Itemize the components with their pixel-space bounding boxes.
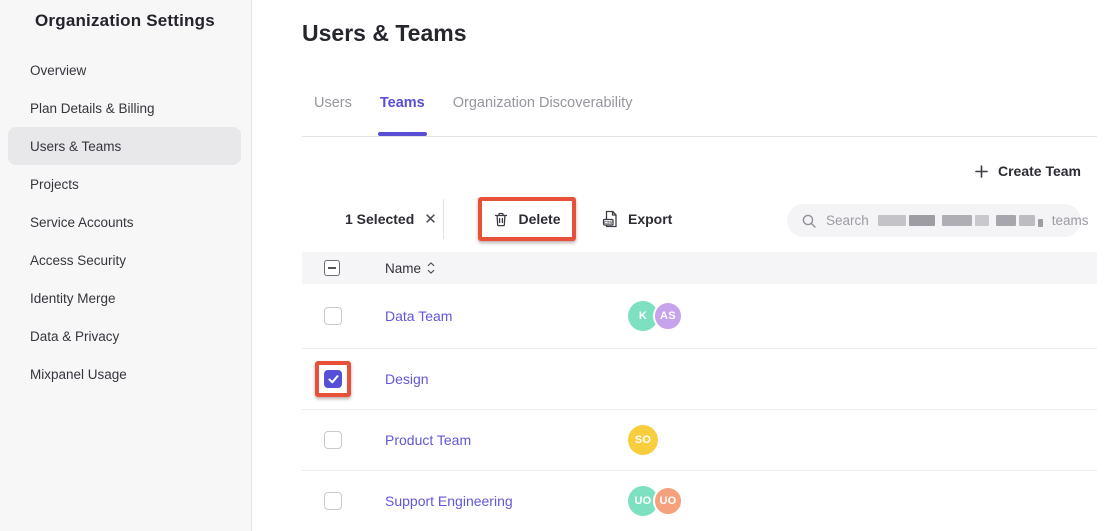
table-row-support-engineering: Support Engineering UO UO <box>302 471 1097 531</box>
sidebar-nav: Overview Plan Details & Billing Users & … <box>8 51 241 393</box>
sidebar-item-access-security[interactable]: Access Security <box>8 241 241 279</box>
export-button[interactable]: CSV Export <box>602 197 672 241</box>
search-placeholder-prefix: Search <box>826 213 869 228</box>
toolbar-divider <box>443 199 444 239</box>
sidebar-title: Organization Settings <box>35 11 215 31</box>
avatar-group: UO UO <box>628 486 683 516</box>
avatar-group: SO <box>628 425 658 455</box>
export-label: Export <box>628 211 672 227</box>
table-row-design: Design <box>302 349 1097 410</box>
csv-export-icon: CSV <box>602 210 619 228</box>
teams-table: Name Data Team K AS <box>302 252 1097 531</box>
trash-icon <box>493 211 509 228</box>
clear-selection-icon[interactable]: ✕ <box>424 210 437 228</box>
table-header: Name <box>302 252 1097 284</box>
team-name-link-product-team[interactable]: Product Team <box>385 432 471 448</box>
plus-icon <box>975 165 988 178</box>
row-checkbox-support-engineering[interactable] <box>324 492 342 510</box>
tab-users[interactable]: Users <box>314 95 352 136</box>
column-header-name-label: Name <box>385 261 421 276</box>
delete-button[interactable]: Delete <box>493 211 560 228</box>
select-all-checkbox[interactable] <box>324 260 340 276</box>
selected-count: 1 Selected <box>345 211 414 227</box>
delete-label: Delete <box>518 211 560 227</box>
table-row-data-team: Data Team K AS <box>302 284 1097 349</box>
row-checkbox-data-team[interactable] <box>324 307 342 325</box>
sidebar-item-mixpanel-usage[interactable]: Mixpanel Usage <box>8 355 241 393</box>
row-checkbox-product-team[interactable] <box>324 431 342 449</box>
sort-icon <box>427 262 435 274</box>
sidebar: Organization Settings Overview Plan Deta… <box>0 0 252 531</box>
sidebar-item-service-accounts[interactable]: Service Accounts <box>8 203 241 241</box>
create-team-label: Create Team <box>998 163 1081 179</box>
delete-annotation-box: Delete <box>478 197 576 241</box>
tab-bar: Users Teams Organization Discoverability <box>314 95 632 136</box>
search-icon <box>801 213 817 229</box>
page-title: Users & Teams <box>302 20 467 47</box>
tab-organization-discoverability[interactable]: Organization Discoverability <box>453 95 633 136</box>
redacted-org-name <box>878 215 1043 227</box>
team-name-link-data-team[interactable]: Data Team <box>385 308 452 324</box>
avatar: AS <box>653 301 683 331</box>
svg-text:CSV: CSV <box>604 220 613 225</box>
team-name-link-design[interactable]: Design <box>385 371 429 387</box>
checkbox-annotation-box <box>315 361 351 397</box>
avatar: SO <box>628 425 658 455</box>
sidebar-item-identity-merge[interactable]: Identity Merge <box>8 279 241 317</box>
avatar: UO <box>653 486 683 516</box>
table-row-product-team: Product Team SO <box>302 410 1097 471</box>
main-content: Users & Teams Users Teams Organization D… <box>252 0 1108 531</box>
org-settings-page: Organization Settings Overview Plan Deta… <box>0 0 1108 531</box>
avatar-group: K AS <box>628 301 683 331</box>
selection-summary: 1 Selected ✕ <box>345 197 437 241</box>
tab-divider <box>302 136 1097 137</box>
sidebar-item-users-teams[interactable]: Users & Teams <box>8 127 241 165</box>
checkmark-icon <box>328 375 339 384</box>
sidebar-item-data-privacy[interactable]: Data & Privacy <box>8 317 241 355</box>
sidebar-item-plan-details-billing[interactable]: Plan Details & Billing <box>8 89 241 127</box>
column-header-name[interactable]: Name <box>385 261 435 276</box>
sidebar-item-overview[interactable]: Overview <box>8 51 241 89</box>
team-name-link-support-engineering[interactable]: Support Engineering <box>385 493 513 509</box>
search-input[interactable]: Search teams <box>787 204 1081 237</box>
create-team-button[interactable]: Create Team <box>975 163 1081 179</box>
row-checkbox-design-checked[interactable] <box>324 370 342 388</box>
sidebar-item-projects[interactable]: Projects <box>8 165 241 203</box>
tab-teams[interactable]: Teams <box>380 95 425 136</box>
search-placeholder-suffix: teams <box>1052 213 1089 228</box>
